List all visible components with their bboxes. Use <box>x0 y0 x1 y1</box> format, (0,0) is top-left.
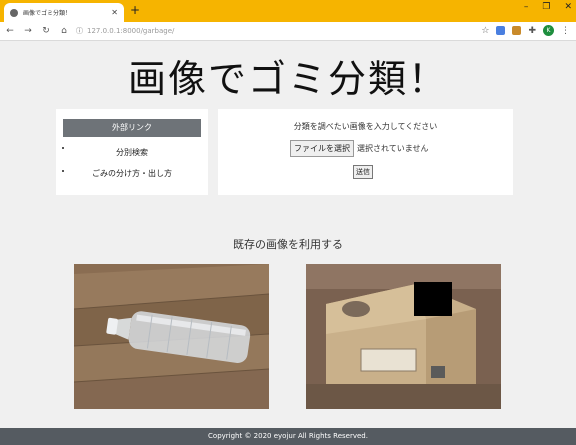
menu-item-how-to-sort[interactable]: ごみの分け方・出し方 <box>56 168 208 179</box>
close-window-icon[interactable]: ✕ <box>564 2 572 12</box>
existing-images-title: 既存の画像を利用する <box>233 238 343 251</box>
home-icon[interactable]: ⌂ <box>56 26 72 36</box>
submit-button[interactable]: 送信 <box>353 165 373 179</box>
browser-tab[interactable]: 画像でゴミ分類！ ✕ <box>4 3 124 22</box>
tab-close-icon[interactable]: ✕ <box>111 8 118 17</box>
info-icon[interactable]: ⓘ <box>76 26 83 36</box>
file-status: 選択されていません <box>357 144 429 153</box>
avatar[interactable]: K <box>543 25 554 36</box>
tab-title: 画像でゴミ分類！ <box>23 10 72 17</box>
back-icon[interactable]: ← <box>2 26 18 36</box>
new-tab-button[interactable]: + <box>130 4 140 16</box>
puzzle-icon[interactable]: ✚ <box>528 26 536 36</box>
upload-hint: 分類を調べたい画像を入力してください <box>293 122 438 131</box>
menu-kebab-icon[interactable]: ⋮ <box>561 26 570 36</box>
forward-icon[interactable]: → <box>20 26 36 36</box>
address-bar[interactable]: ⓘ 127.0.0.1:8000/garbage/ <box>76 26 174 36</box>
bottle-sample-image[interactable] <box>74 264 269 409</box>
footer: Copyright © 2020 eyojur All Rights Reser… <box>0 428 576 445</box>
reload-icon[interactable]: ↻ <box>38 26 54 36</box>
globe-icon <box>10 8 18 17</box>
star-icon[interactable]: ☆ <box>481 26 489 36</box>
url-text: 127.0.0.1:8000/garbage/ <box>87 27 175 35</box>
upload-panel: 分類を調べたい画像を入力してください ファイルを選択 選択されていません 送信 <box>218 109 513 195</box>
menu-item-external-links[interactable]: 外部リンク <box>63 119 201 137</box>
choose-file-button[interactable]: ファイルを選択 <box>290 140 354 157</box>
extension-icon[interactable] <box>512 26 522 35</box>
cardboard-box-sample-image[interactable] <box>306 264 501 409</box>
minimize-icon[interactable]: – <box>524 2 529 12</box>
side-menu: 外部リンク 分別検索 ごみの分け方・出し方 <box>56 109 208 195</box>
maximize-icon[interactable]: ❐ <box>542 2 550 12</box>
browser-toolbar: ← → ↻ ⌂ ⓘ 127.0.0.1:8000/garbage/ ☆ ✚ K … <box>0 22 576 41</box>
page-title: 画像でゴミ分類！ <box>127 57 448 101</box>
menu-item-search[interactable]: 分別検索 <box>56 147 208 158</box>
browser-tab-bar: 画像でゴミ分類！ ✕ + – ❐ ✕ <box>0 0 576 22</box>
translate-extension-icon[interactable] <box>496 26 506 35</box>
